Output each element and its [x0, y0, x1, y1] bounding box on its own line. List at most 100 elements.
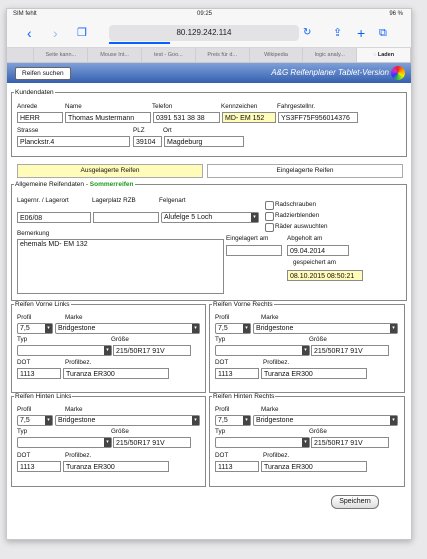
plz-field[interactable]: 39104 — [133, 136, 162, 147]
typ-select[interactable]: ▾ — [215, 437, 310, 448]
profilbez-field[interactable]: Turanza ER300 — [261, 368, 367, 379]
tab-seite-kann[interactable]: Seite kann... — [34, 48, 89, 62]
groesse-label: Größe — [309, 336, 327, 343]
tab-logic-analy[interactable]: logic analy... — [303, 48, 358, 62]
profilbez-field[interactable]: Turanza ER300 — [63, 461, 169, 472]
tab-empty[interactable] — [7, 48, 35, 62]
marke-value: Bridgestone — [58, 417, 96, 424]
chevron-down-icon: ▾ — [192, 416, 199, 425]
groesse-field[interactable]: 215/50R17 91V — [311, 345, 389, 356]
search-tires-button[interactable]: Reifen suchen — [15, 67, 71, 80]
gespeichert-label: gespeichert am — [293, 259, 337, 266]
dot-label: DOT — [17, 452, 31, 459]
bookmarks-icon[interactable]: ❐ — [77, 25, 87, 41]
browser-tabs: Seite kann... Mouse Int... test - Goo...… — [7, 48, 411, 63]
share-icon[interactable]: ⇪ — [333, 25, 342, 41]
bemerkung-textarea[interactable]: ehemals MD- EM 132 — [17, 239, 224, 294]
dot-field[interactable]: 1113 — [17, 368, 61, 379]
typ-select[interactable]: ▾ — [215, 345, 310, 356]
groesse-field[interactable]: 215/50R17 91V — [113, 345, 191, 356]
profilbez-label: Profilbez. — [65, 359, 92, 366]
groesse-field[interactable]: 215/50R17 91V — [311, 437, 389, 448]
ort-field[interactable]: Magdeburg — [164, 136, 244, 147]
tab-test-google[interactable]: test - Goo... — [142, 48, 196, 62]
tab-wikipedia[interactable]: Wikipedia — [250, 48, 304, 62]
browser-toolbar: ‹ › ❐ 80.129.242.114 ↻ ⇪ + ⧉ — [7, 21, 411, 48]
radzierblenden-checkbox[interactable] — [265, 212, 274, 221]
new-tab-icon[interactable]: + — [357, 25, 365, 41]
profil-value: 7,5 — [20, 417, 30, 424]
tab-laden[interactable]: ◌ Laden — [357, 48, 411, 62]
groesse-field[interactable]: 215/50R17 91V — [113, 437, 191, 448]
radschrauben-label: Radschrauben — [275, 201, 316, 208]
felgenart-value: Alufelge 5 Loch — [164, 214, 213, 221]
profil-select[interactable]: 7,5 ▾ — [17, 323, 53, 334]
chevron-down-icon: ▾ — [302, 346, 309, 355]
profil-select[interactable]: 7,5 ▾ — [215, 415, 251, 426]
battery-label: 96 % — [389, 11, 403, 17]
eingelagert-field[interactable] — [226, 245, 282, 256]
chevron-down-icon: ▾ — [390, 416, 397, 425]
profilbez-field[interactable]: Turanza ER300 — [261, 461, 367, 472]
tire-front-left-legend: Reifen Vorne Links — [15, 301, 70, 308]
profilbez-field[interactable]: Turanza ER300 — [63, 368, 169, 379]
chevron-down-icon: ▾ — [243, 324, 250, 333]
telefon-field[interactable]: 0391 531 38 38 — [153, 112, 220, 123]
eingelagerte-reifen-button[interactable]: Eingelagerte Reifen — [207, 164, 403, 178]
lagerplatz-label: Lagerplatz RZB — [92, 197, 136, 204]
eingelagert-label: Eingelagert am — [226, 235, 269, 242]
raeder-auswuchten-checkbox[interactable] — [265, 223, 274, 232]
back-icon[interactable]: ‹ — [27, 25, 32, 41]
marke-value: Bridgestone — [256, 325, 294, 332]
chevron-down-icon: ▾ — [192, 324, 199, 333]
fahrgestell-field[interactable]: YS3FF75F956014376 — [278, 112, 358, 123]
reload-icon[interactable]: ↻ — [303, 25, 311, 41]
save-button[interactable]: Speichern — [331, 495, 379, 509]
chevron-down-icon: ▾ — [45, 416, 52, 425]
profil-label: Profil — [215, 314, 230, 321]
lagerplatz-field[interactable] — [93, 212, 159, 223]
typ-select[interactable]: ▾ — [17, 345, 112, 356]
chevron-down-icon: ▾ — [45, 324, 52, 333]
marke-value: Bridgestone — [256, 417, 294, 424]
ausgelagerte-reifen-button[interactable]: Ausgelagerte Reifen — [17, 164, 203, 178]
strasse-field[interactable]: Planckstr.4 — [17, 136, 130, 147]
profil-select[interactable]: 7,5 ▾ — [215, 323, 251, 334]
lagerort-field[interactable]: E06/08 — [17, 212, 91, 223]
customer-data-legend: Kundendaten — [15, 89, 54, 96]
chevron-down-icon: ▾ — [302, 438, 309, 447]
marke-select[interactable]: Bridgestone ▾ — [253, 415, 398, 426]
forward-icon[interactable]: › — [53, 25, 58, 41]
anrede-field[interactable]: HERR — [17, 112, 63, 123]
marke-select[interactable]: Bridgestone ▾ — [253, 323, 398, 334]
dot-label: DOT — [17, 359, 31, 366]
chevron-down-icon: ▾ — [243, 416, 250, 425]
season-label: Sommerreifen — [89, 181, 134, 188]
marke-select[interactable]: Bridgestone ▾ — [55, 323, 200, 334]
tab-preis[interactable]: Preis für d... — [196, 48, 250, 62]
profilbez-label: Profilbez. — [65, 452, 92, 459]
dot-field[interactable]: 1113 — [17, 461, 61, 472]
dot-field[interactable]: 1113 — [215, 461, 259, 472]
profilbez-label: Profilbez. — [263, 452, 290, 459]
marke-select[interactable]: Bridgestone ▾ — [55, 415, 200, 426]
profil-select[interactable]: 7,5 ▾ — [17, 415, 53, 426]
loading-progress-bar — [109, 42, 170, 44]
chevron-down-icon: ▾ — [251, 213, 258, 222]
tabs-overview-icon[interactable]: ⧉ — [379, 25, 387, 41]
groesse-label: Größe — [111, 428, 129, 435]
strasse-label: Strasse — [17, 127, 39, 134]
abgeholt-field[interactable]: 09.04.2014 — [287, 245, 349, 256]
typ-select[interactable]: ▾ — [17, 437, 112, 448]
address-bar[interactable]: 80.129.242.114 — [109, 25, 299, 44]
name-field[interactable]: Thomas Mustermann — [65, 112, 151, 123]
kennzeichen-field[interactable]: MD- EM 152 — [222, 112, 276, 123]
felgenart-select[interactable]: Alufelge 5 Loch ▾ — [161, 212, 259, 223]
app-logo-icon — [391, 66, 405, 80]
dot-field[interactable]: 1113 — [215, 368, 259, 379]
tire-rear-right-legend: Reifen Hinten Rechts — [213, 393, 275, 400]
kennzeichen-label: Kennzeichen — [221, 103, 258, 110]
tab-mouse-int[interactable]: Mouse Int... — [88, 48, 142, 62]
raeder-auswuchten-label: Räder auswuchten — [275, 223, 328, 230]
radschrauben-checkbox[interactable] — [265, 201, 274, 210]
